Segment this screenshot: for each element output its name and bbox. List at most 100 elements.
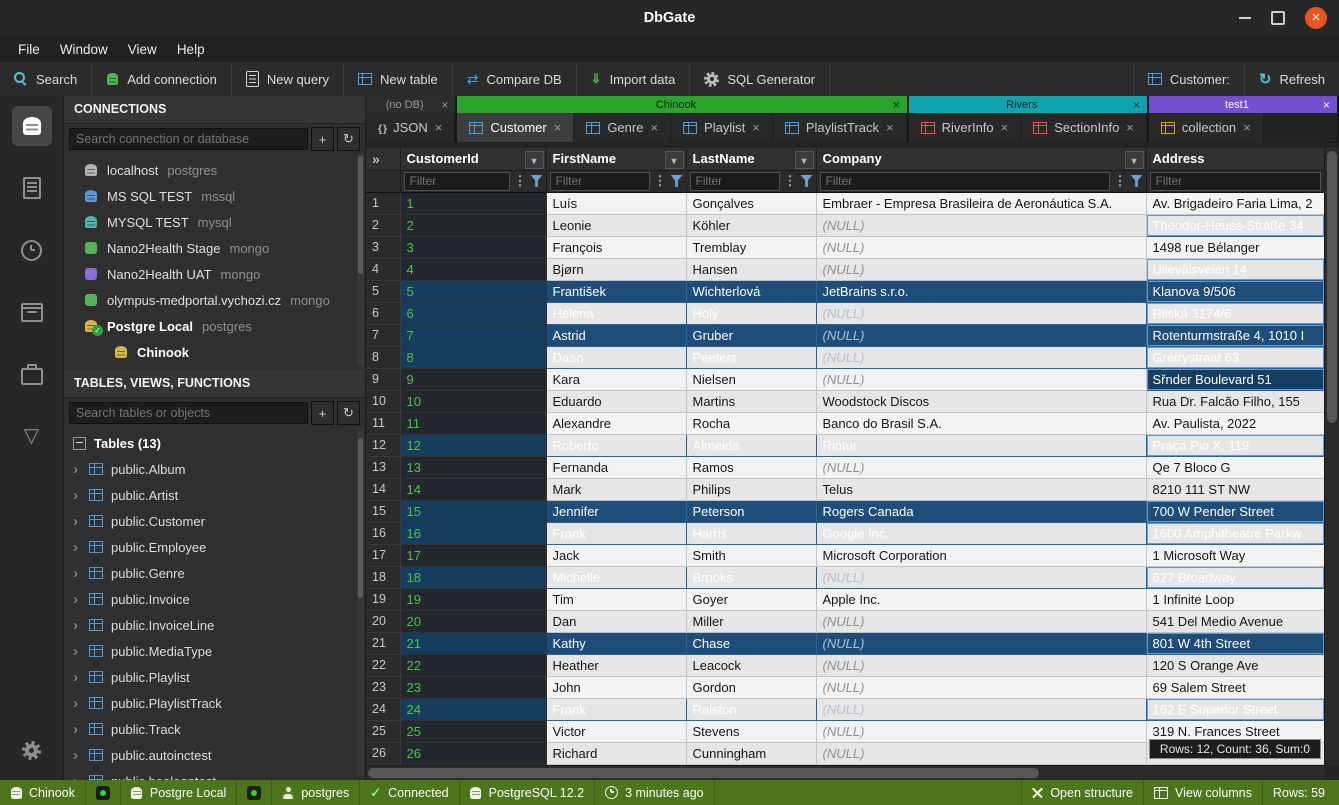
customerid-cell[interactable]: 12 [400, 434, 546, 456]
company-cell[interactable]: (NULL) [816, 258, 1146, 280]
row-number-cell[interactable]: 3 [366, 236, 400, 258]
collapse-icon[interactable] [73, 437, 86, 450]
menu-item-file[interactable]: File [8, 39, 50, 60]
refresh-connections-button[interactable]: ↻ [337, 127, 360, 151]
firstname-cell[interactable]: Michelle [546, 566, 686, 588]
company-cell[interactable]: (NULL) [816, 456, 1146, 478]
table-item[interactable]: public.Playlist [64, 664, 365, 690]
menu-item-view[interactable]: View [118, 39, 167, 60]
customerid-cell[interactable]: 17 [400, 544, 546, 566]
lastname-cell[interactable]: Martins [686, 390, 816, 412]
firstname-cell[interactable]: Astrid [546, 324, 686, 346]
firstname-cell[interactable]: Alexandre [546, 412, 686, 434]
tab-sectioninfo[interactable]: SectionInfo [1021, 113, 1147, 142]
company-cell[interactable]: Embraer - Empresa Brasileira de Aeronáut… [816, 192, 1146, 214]
lastname-cell[interactable]: Smith [686, 544, 816, 566]
firstname-cell[interactable]: Jack [546, 544, 686, 566]
address-cell[interactable]: Grétrystraat 63 [1146, 346, 1325, 368]
grid-horizontal-scrollbar[interactable] [366, 765, 1325, 780]
row-number-cell[interactable]: 8 [366, 346, 400, 368]
expand-columns-icon[interactable] [372, 152, 380, 167]
toolbar-search-button[interactable]: Search [0, 62, 92, 96]
group-close-icon[interactable] [893, 98, 900, 112]
filter-input[interactable] [550, 172, 650, 191]
row-number-cell[interactable]: 12 [366, 434, 400, 456]
address-cell[interactable]: 627 Broadway [1146, 566, 1325, 588]
customerid-cell[interactable]: 20 [400, 610, 546, 632]
refresh-tables-button[interactable]: ↻ [337, 401, 360, 425]
row-number-cell[interactable]: 4 [366, 258, 400, 280]
tab-group-header-chinook[interactable]: Chinook [457, 96, 906, 113]
lastname-cell[interactable]: Tremblay [686, 236, 816, 258]
sidebar-icon-history[interactable] [12, 230, 52, 270]
lastname-cell[interactable]: Peeters [686, 346, 816, 368]
company-cell[interactable]: (NULL) [816, 302, 1146, 324]
firstname-cell[interactable]: Victor [546, 720, 686, 742]
company-cell[interactable]: (NULL) [816, 676, 1146, 698]
firstname-cell[interactable]: Helena [546, 302, 686, 324]
chevron-right-icon[interactable] [73, 540, 81, 555]
column-dropdown-icon[interactable] [1125, 151, 1144, 169]
connection-item[interactable]: MYSQL TEST mysql [64, 209, 365, 235]
status-database-label[interactable]: Chinook [0, 780, 86, 805]
lastname-cell[interactable]: Rocha [686, 412, 816, 434]
customerid-cell[interactable]: 9 [400, 368, 546, 390]
firstname-cell[interactable]: Frank [546, 698, 686, 720]
firstname-cell[interactable]: John [546, 676, 686, 698]
table-item[interactable]: public.InvoiceLine [64, 612, 365, 638]
company-cell[interactable]: (NULL) [816, 566, 1146, 588]
filter-funnel-icon[interactable] [801, 175, 813, 187]
company-cell[interactable]: Google Inc. [816, 522, 1146, 544]
lastname-cell[interactable]: Leacock [686, 654, 816, 676]
column-header-address[interactable]: Address [1146, 148, 1325, 170]
firstname-cell[interactable]: Kara [546, 368, 686, 390]
address-cell[interactable]: Qe 7 Bloco G [1146, 456, 1325, 478]
row-number-cell[interactable]: 15 [366, 500, 400, 522]
company-cell[interactable]: Apple Inc. [816, 588, 1146, 610]
filter-input[interactable] [820, 172, 1110, 191]
customerid-cell[interactable]: 10 [400, 390, 546, 412]
toolbar-add-connection-button[interactable]: Add connection [92, 62, 232, 96]
filter-input[interactable] [690, 172, 780, 191]
address-cell[interactable]: 1 Microsoft Way [1146, 544, 1325, 566]
address-cell[interactable]: 1600 Amphitheatre Parkw [1146, 522, 1325, 544]
row-number-cell[interactable]: 23 [366, 676, 400, 698]
row-number-cell[interactable]: 22 [366, 654, 400, 676]
menu-item-help[interactable]: Help [167, 39, 215, 60]
firstname-cell[interactable]: Richard [546, 742, 686, 764]
customerid-cell[interactable]: 2 [400, 214, 546, 236]
address-cell[interactable]: Theodor-Heuss-Straße 34 [1146, 214, 1325, 236]
tab-close-icon[interactable] [886, 120, 894, 135]
chevron-right-icon[interactable] [73, 618, 81, 633]
company-cell[interactable]: (NULL) [816, 324, 1146, 346]
address-cell[interactable]: Klanova 9/506 [1146, 280, 1325, 302]
row-number-cell[interactable]: 17 [366, 544, 400, 566]
lastname-cell[interactable]: Goyer [686, 588, 816, 610]
table-item[interactable]: public.Invoice [64, 586, 365, 612]
lastname-cell[interactable]: Wichterlová [686, 280, 816, 302]
lastname-cell[interactable]: Hansen [686, 258, 816, 280]
menu-item-window[interactable]: Window [50, 39, 118, 60]
tab-close-icon[interactable] [752, 120, 760, 135]
tab-group-header-nodb[interactable]: (no DB) [366, 96, 455, 113]
row-number-cell[interactable]: 11 [366, 412, 400, 434]
connection-item[interactable]: localhost postgres [64, 157, 365, 183]
customerid-cell[interactable]: 19 [400, 588, 546, 610]
customerid-cell[interactable]: 25 [400, 720, 546, 742]
sidebar-icon-filters[interactable] [12, 416, 52, 456]
filter-input[interactable] [1150, 172, 1322, 191]
tab-close-icon[interactable] [1126, 120, 1134, 135]
column-header-customerid[interactable]: CustomerId [400, 148, 546, 170]
lastname-cell[interactable]: Brooks [686, 566, 816, 588]
toolbar-sql-generator-button[interactable]: SQL Generator [690, 62, 830, 96]
customerid-cell[interactable]: 22 [400, 654, 546, 676]
filter-menu-icon[interactable] [1114, 173, 1127, 189]
tab-collection[interactable]: collection [1149, 113, 1264, 142]
lastname-cell[interactable]: Ramos [686, 456, 816, 478]
address-cell[interactable]: 1 Infinite Loop [1146, 588, 1325, 610]
address-cell[interactable]: Rilská 3174/6 [1146, 302, 1325, 324]
row-number-cell[interactable]: 18 [366, 566, 400, 588]
lastname-cell[interactable]: Gordon [686, 676, 816, 698]
chevron-right-icon[interactable] [73, 592, 81, 607]
tab-close-icon[interactable] [435, 120, 443, 135]
